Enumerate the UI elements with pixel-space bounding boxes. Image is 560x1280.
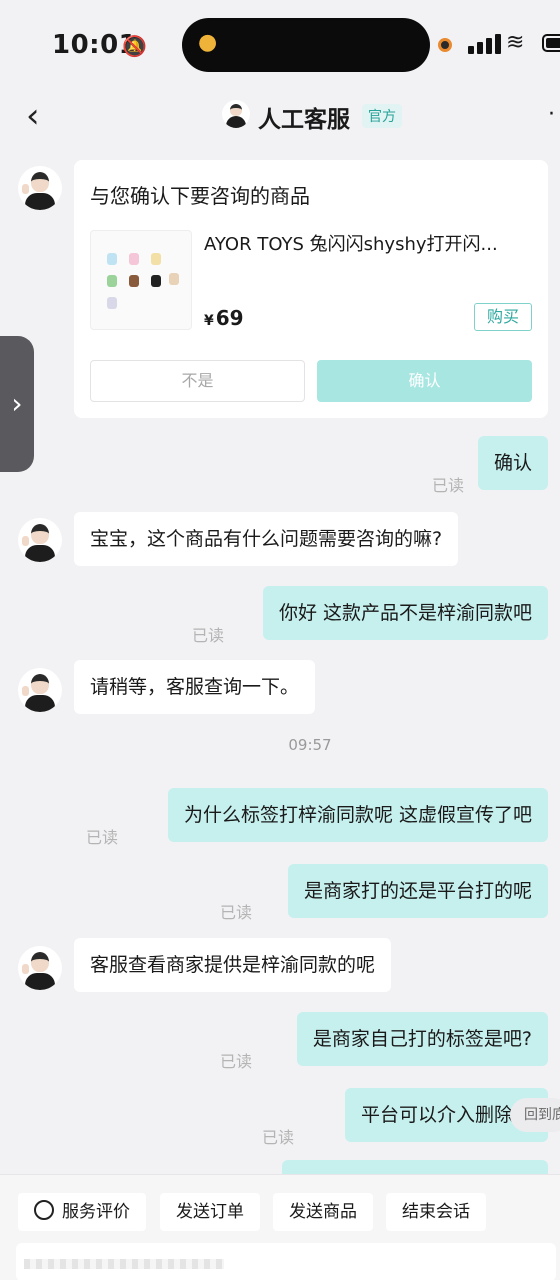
scroll-to-bottom-button[interactable]: 回到底 [510,1098,560,1132]
smile-icon [34,1200,54,1220]
chat-header: ‹ 人工客服 官方 · [0,90,560,148]
read-status: 已读 [220,1052,253,1071]
message-bubble[interactable]: 确认 [477,436,548,490]
not-this-button[interactable]: 不是 [90,360,305,402]
read-status: 已读 [262,1128,295,1147]
product-confirm-card: 与您确认下要咨询的商品 AYOR TOYS 兔闪闪shyshy打开闪... ¥6… [74,160,548,418]
input-placeholder-blur [24,1259,224,1269]
avatar[interactable] [18,946,62,990]
avatar[interactable] [18,166,62,210]
read-status: 已读 [220,903,253,922]
recording-indicator-icon [438,38,452,52]
avatar[interactable] [18,668,62,712]
currency-symbol: ¥ [204,313,214,329]
message-input[interactable] [16,1243,556,1280]
card-prompt: 与您确认下要咨询的商品 [90,184,310,208]
message-bubble[interactable]: 你好 这款产品不是梓渝同款吧 [262,586,548,640]
read-status: 已读 [192,626,225,645]
send-order-button[interactable]: 发送订单 [160,1193,260,1231]
agent-avatar [222,100,250,128]
send-product-button[interactable]: 发送商品 [273,1193,373,1231]
side-drawer-handle[interactable]: › [0,336,34,472]
product-price: ¥69 [204,306,244,330]
wifi-icon: ≋ [506,30,525,55]
product-thumbnail[interactable] [90,230,192,330]
read-status: 已读 [86,828,119,847]
rate-service-label: 服务评价 [62,1202,130,1222]
bottom-toolbar: 服务评价 发送订单 发送商品 结束会话 [0,1174,560,1280]
avatar[interactable] [18,518,62,562]
price-value: 69 [215,306,244,330]
buy-button[interactable]: 购买 [474,303,532,331]
message-bubble[interactable]: 宝宝，这个商品有什么问题需要咨询的嘛? [74,512,459,566]
bell-off-icon: 🔕 [122,34,147,58]
message-bubble[interactable]: 为什么标签打梓渝同款呢 这虚假宣传了吧 [167,788,548,842]
product-name[interactable]: AYOR TOYS 兔闪闪shyshy打开闪... [204,230,534,256]
microphone-icon: ● [198,30,218,55]
official-badge: 官方 [362,104,402,128]
end-session-button[interactable]: 结束会话 [386,1193,486,1231]
chevron-right-icon: › [11,387,23,420]
rate-service-button[interactable]: 服务评价 [18,1193,146,1231]
chat-timestamp: 09:57 [288,736,332,754]
more-icon[interactable]: · [548,102,555,127]
message-bubble[interactable]: 是商家自己打的标签是吧? [296,1012,548,1066]
battery-icon [542,34,560,52]
status-bar: 10:01 🔕 ● ≋ [0,0,560,90]
chat-title: 人工客服 [258,107,350,133]
back-chevron-icon[interactable]: ‹ [26,96,40,136]
confirm-button[interactable]: 确认 [317,360,532,402]
message-bubble[interactable]: 请稍等，客服查询一下。 [74,660,316,714]
dynamic-island [182,18,430,72]
signal-icon [468,32,502,54]
read-status: 已读 [432,476,465,495]
message-bubble[interactable]: 是商家打的还是平台打的呢 [287,864,548,918]
message-bubble[interactable]: 客服查看商家提供是梓渝同款的呢 [74,938,392,992]
